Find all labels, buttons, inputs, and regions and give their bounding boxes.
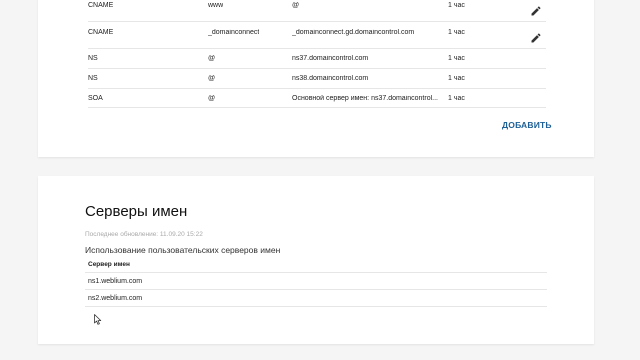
dns-records-card: CNAME www @ 1 час CNAME _domainconnect _… (38, 0, 594, 157)
record-type: CNAME (88, 2, 114, 9)
dns-record-row: CNAME www @ 1 час (88, 0, 546, 22)
record-ttl: 1 час (448, 55, 465, 62)
record-value: @ (292, 2, 300, 9)
record-name: @ (208, 55, 216, 62)
record-ttl: 1 час (448, 95, 465, 102)
record-type: NS (88, 55, 98, 62)
record-name: @ (208, 75, 216, 82)
pencil-icon (531, 33, 541, 43)
dns-record-row: CNAME _domainconnect _domainconnect.gd.d… (88, 22, 546, 49)
custom-nameservers-label: Использование пользовательских серверов … (85, 245, 281, 255)
nameserver-row: ns1.weblium.com (85, 273, 547, 290)
record-name: @ (208, 95, 216, 102)
record-ttl: 1 час (448, 2, 465, 9)
dns-record-row: NS @ ns38.domaincontrol.com 1 час (88, 69, 546, 89)
record-name: _domainconnect (208, 29, 260, 36)
nameservers-table: Сервер имен ns1.weblium.com ns2.weblium.… (85, 256, 547, 307)
record-value: _domainconnect.gd.domaincontrol.com (292, 29, 415, 36)
nameserver-row: ns2.weblium.com (85, 290, 547, 307)
record-name: www (208, 2, 224, 9)
dns-record-row: SOA @ Основной сервер имен: ns37.domainc… (88, 89, 546, 108)
record-type: CNAME (88, 29, 114, 36)
record-value: Основной сервер имен: ns37.domaincontrol… (292, 95, 438, 102)
last-updated-text: Последнее обновление: 11.09.20 15:22 (85, 231, 203, 238)
record-ttl: 1 час (448, 29, 465, 36)
dns-record-row: NS @ ns37.domaincontrol.com 1 час (88, 49, 546, 69)
nameservers-card: Серверы имен Последнее обновление: 11.09… (38, 176, 594, 344)
record-value: ns38.domaincontrol.com (292, 75, 369, 82)
record-value: ns37.domaincontrol.com (292, 55, 369, 62)
nameserver-column-header: Сервер имен (85, 256, 547, 273)
pencil-icon (531, 6, 541, 16)
record-type: SOA (88, 95, 103, 102)
mouse-pointer-icon (94, 314, 102, 325)
nameservers-title: Серверы имен (85, 203, 188, 220)
edit-record-button[interactable] (530, 5, 542, 17)
record-ttl: 1 час (448, 75, 465, 82)
add-record-button[interactable]: ДОБАВИТЬ (502, 120, 552, 130)
edit-record-button[interactable] (530, 32, 542, 44)
record-type: NS (88, 75, 98, 82)
